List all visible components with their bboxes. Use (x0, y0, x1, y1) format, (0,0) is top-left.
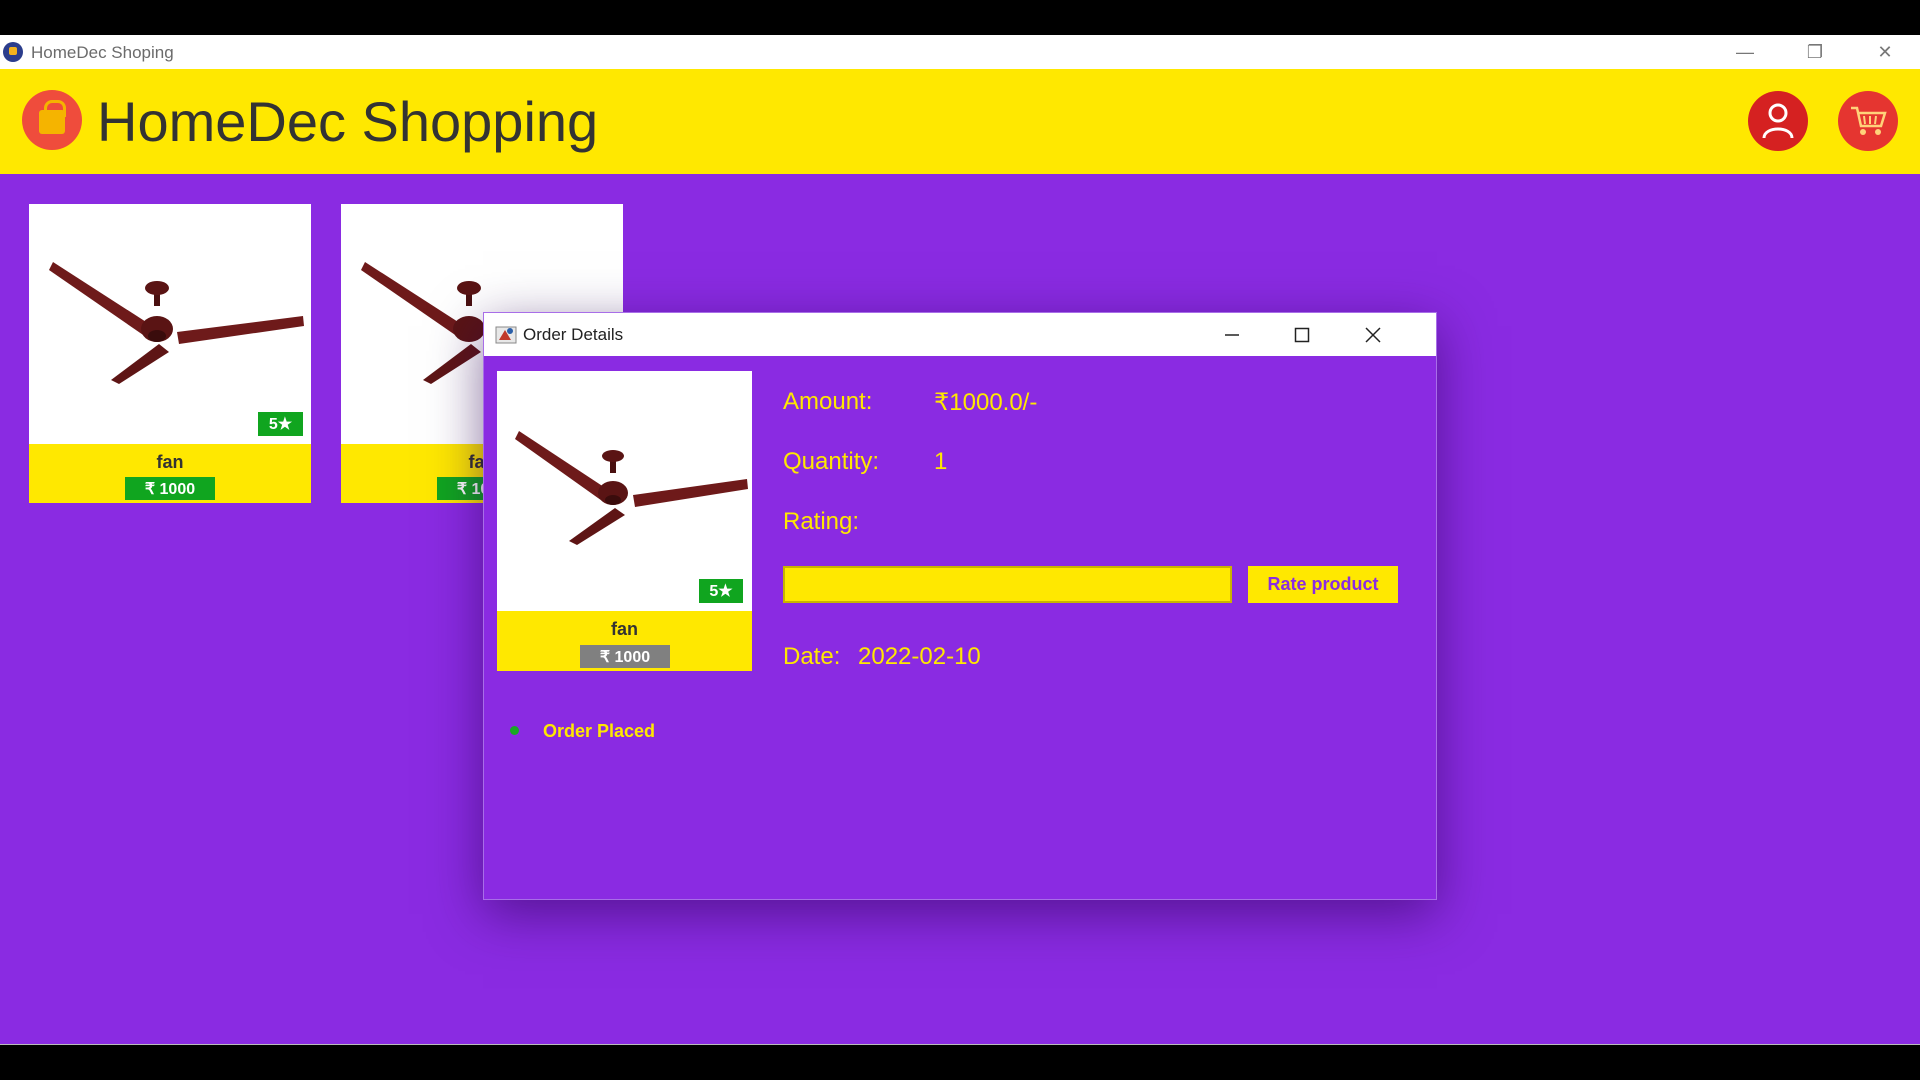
app-icon (3, 42, 23, 62)
date-value: 2022-02-10 (858, 643, 981, 670)
dialog-maximize-button[interactable] (1267, 313, 1337, 356)
order-details-dialog: Order Details 5★ fan ₹ 1000 Amount: ₹100… (483, 312, 1437, 900)
window-title: HomeDec Shoping (31, 43, 174, 62)
product-name: fan (156, 452, 184, 472)
shopping-bag-icon (22, 90, 82, 150)
amount-label: Amount: (783, 388, 873, 415)
dialog-title: Order Details (523, 325, 624, 344)
cart-button[interactable] (1838, 91, 1898, 151)
screen: HomeDec Shoping — ❐ ✕ HomeDec Shopping 5… (0, 0, 1920, 1080)
amount-value: ₹1000.0/- (934, 389, 1038, 416)
ceiling-fan-image (515, 431, 748, 545)
status-indicator-icon (510, 726, 519, 735)
order-product-card: 5★ fan ₹ 1000 (497, 371, 752, 671)
rate-product-button[interactable]: Rate product (1248, 566, 1398, 603)
profile-button[interactable] (1748, 91, 1808, 151)
close-icon (1365, 326, 1381, 343)
app-header: HomeDec Shopping (0, 69, 1920, 174)
rating-input[interactable] (783, 566, 1232, 603)
restore-button[interactable]: ❐ (1780, 35, 1850, 69)
window-titlebar: HomeDec Shoping — ❐ ✕ (0, 35, 1920, 69)
divider (0, 1044, 1920, 1045)
app-title: HomeDec Shopping (97, 90, 599, 153)
product-image (497, 371, 752, 611)
dialog-close-button[interactable] (1338, 313, 1408, 356)
close-button[interactable]: ✕ (1850, 35, 1920, 69)
main-window: HomeDec Shoping — ❐ ✕ HomeDec Shopping 5… (0, 35, 1920, 1045)
product-image (29, 204, 311, 444)
product-price: ₹ 1000 (125, 477, 215, 500)
product-card-footer: fan ₹ 1000 (497, 611, 752, 671)
minimize-button[interactable]: — (1710, 35, 1780, 69)
ceiling-fan-image (49, 262, 304, 384)
maximize-icon (1294, 327, 1310, 342)
user-icon (1762, 103, 1794, 139)
quantity-label: Quantity: (783, 448, 880, 475)
dialog-titlebar: Order Details (484, 313, 1436, 356)
quantity-value: 1 (934, 448, 948, 475)
java-app-icon (495, 326, 517, 344)
product-name: fan (611, 619, 638, 639)
rating-badge: 5★ (699, 579, 743, 603)
dialog-minimize-button[interactable] (1197, 313, 1267, 356)
date-label: Date: (783, 643, 841, 670)
rating-label: Rating: (783, 508, 860, 535)
product-card-footer: fan ₹ 1000 (29, 444, 311, 503)
product-price: ₹ 1000 (580, 645, 670, 668)
rating-badge: 5★ (258, 412, 303, 436)
order-status: Order Placed (543, 721, 656, 741)
product-card[interactable]: 5★ fan ₹ 1000 (29, 204, 311, 503)
cart-icon (1851, 106, 1887, 135)
minimize-icon (1225, 333, 1239, 336)
